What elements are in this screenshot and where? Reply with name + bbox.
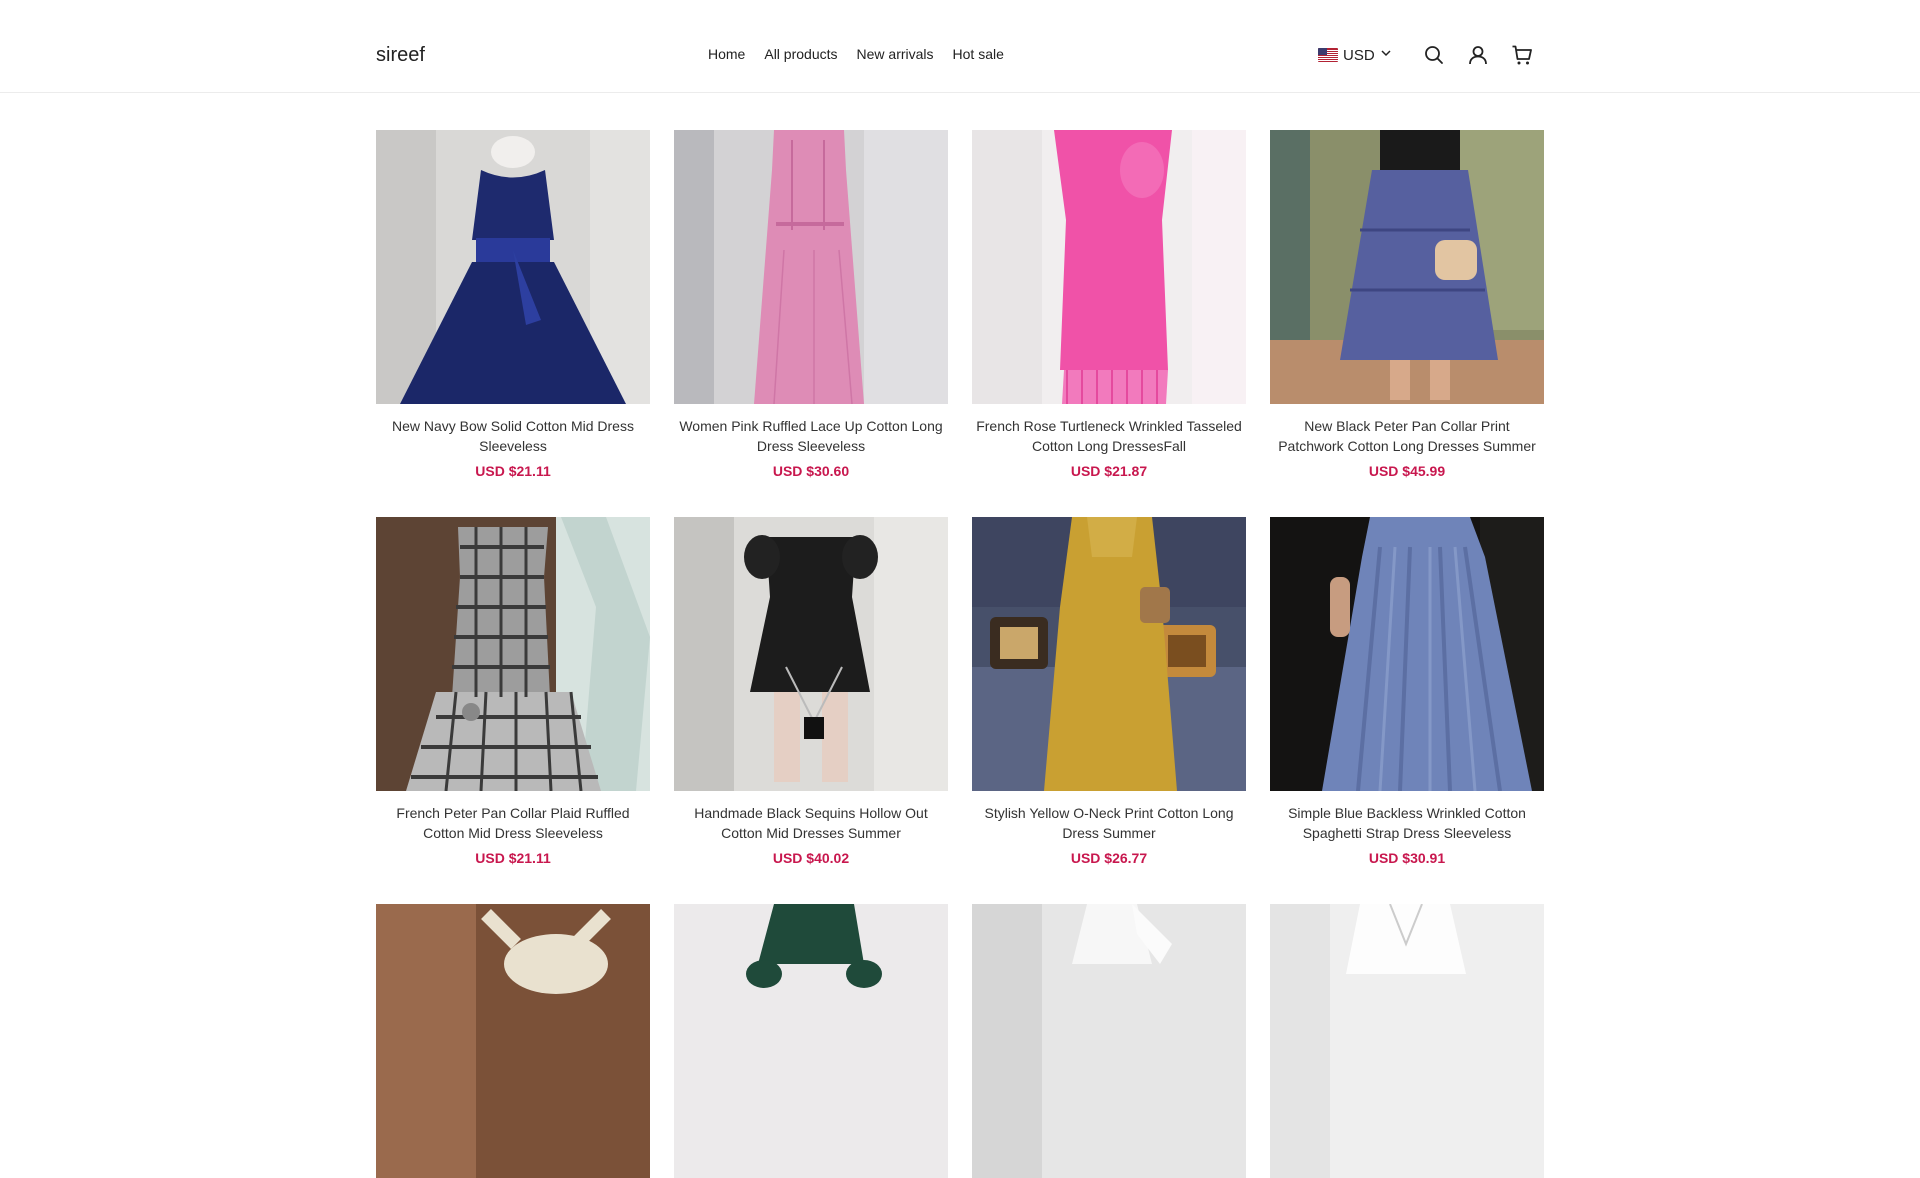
product-card[interactable]: New Navy Bow Solid Cotton Mid Dress Slee… bbox=[376, 130, 650, 479]
product-image[interactable] bbox=[674, 517, 948, 791]
product-card[interactable] bbox=[1270, 904, 1544, 1178]
product-image[interactable] bbox=[1270, 130, 1544, 404]
product-image[interactable] bbox=[376, 904, 650, 1178]
product-card[interactable] bbox=[376, 904, 650, 1178]
currency-code: USD bbox=[1343, 46, 1375, 64]
account-icon[interactable] bbox=[1467, 44, 1489, 66]
product-price: USD $40.02 bbox=[772, 850, 850, 866]
product-card[interactable]: Stylish Yellow O-Neck Print Cotton Long … bbox=[972, 517, 1246, 866]
product-title[interactable]: New Black Peter Pan Collar Print Patchwo… bbox=[1270, 416, 1544, 456]
product-image[interactable] bbox=[674, 130, 948, 404]
product-title[interactable]: Stylish Yellow O-Neck Print Cotton Long … bbox=[972, 803, 1246, 843]
product-card[interactable]: Handmade Black Sequins Hollow Out Cotton… bbox=[674, 517, 948, 866]
product-image[interactable] bbox=[972, 904, 1246, 1178]
product-image[interactable] bbox=[376, 517, 650, 791]
product-card[interactable]: French Peter Pan Collar Plaid Ruffled Co… bbox=[376, 517, 650, 866]
nav-hot-sale[interactable]: Hot sale bbox=[953, 46, 1004, 62]
product-title[interactable]: French Peter Pan Collar Plaid Ruffled Co… bbox=[376, 803, 650, 843]
product-price: USD $30.91 bbox=[1368, 850, 1446, 866]
product-price: USD $30.60 bbox=[772, 463, 850, 479]
product-card[interactable]: New Black Peter Pan Collar Print Patchwo… bbox=[1270, 130, 1544, 479]
product-card[interactable]: Simple Blue Backless Wrinkled Cotton Spa… bbox=[1270, 517, 1544, 866]
nav-new-arrivals[interactable]: New arrivals bbox=[857, 46, 934, 62]
chevron-down-icon bbox=[1380, 46, 1392, 64]
product-image[interactable] bbox=[674, 904, 948, 1178]
site-header: sireef Home All products New arrivals Ho… bbox=[0, 0, 1920, 93]
cart-icon[interactable] bbox=[1511, 44, 1533, 66]
product-image[interactable] bbox=[972, 130, 1246, 404]
us-flag-icon bbox=[1318, 48, 1338, 62]
product-title[interactable]: Women Pink Ruffled Lace Up Cotton Long D… bbox=[674, 416, 948, 456]
store-logo[interactable]: sireef bbox=[376, 44, 425, 67]
product-card[interactable]: French Rose Turtleneck Wrinkled Tasseled… bbox=[972, 130, 1246, 479]
product-title[interactable]: New Navy Bow Solid Cotton Mid Dress Slee… bbox=[376, 416, 650, 456]
product-price: USD $21.87 bbox=[1070, 463, 1148, 479]
product-price: USD $21.11 bbox=[475, 850, 551, 866]
product-image[interactable] bbox=[376, 130, 650, 404]
product-card[interactable] bbox=[972, 904, 1246, 1178]
product-title[interactable]: Simple Blue Backless Wrinkled Cotton Spa… bbox=[1270, 803, 1544, 843]
product-image[interactable] bbox=[972, 517, 1246, 791]
product-price: USD $26.77 bbox=[1070, 850, 1148, 866]
product-price: USD $21.11 bbox=[475, 463, 551, 479]
product-title[interactable]: French Rose Turtleneck Wrinkled Tasseled… bbox=[972, 416, 1246, 456]
product-title[interactable]: Handmade Black Sequins Hollow Out Cotton… bbox=[674, 803, 948, 843]
product-card[interactable] bbox=[674, 904, 948, 1178]
nav-home[interactable]: Home bbox=[708, 46, 745, 62]
product-image[interactable] bbox=[1270, 904, 1544, 1178]
nav-all-products[interactable]: All products bbox=[764, 46, 837, 62]
product-image[interactable] bbox=[1270, 517, 1544, 791]
product-price: USD $45.99 bbox=[1368, 463, 1446, 479]
search-icon[interactable] bbox=[1423, 44, 1445, 66]
product-card[interactable]: Women Pink Ruffled Lace Up Cotton Long D… bbox=[674, 130, 948, 479]
main-nav: Home All products New arrivals Hot sale bbox=[708, 46, 1004, 62]
currency-selector[interactable]: USD bbox=[1318, 46, 1392, 64]
